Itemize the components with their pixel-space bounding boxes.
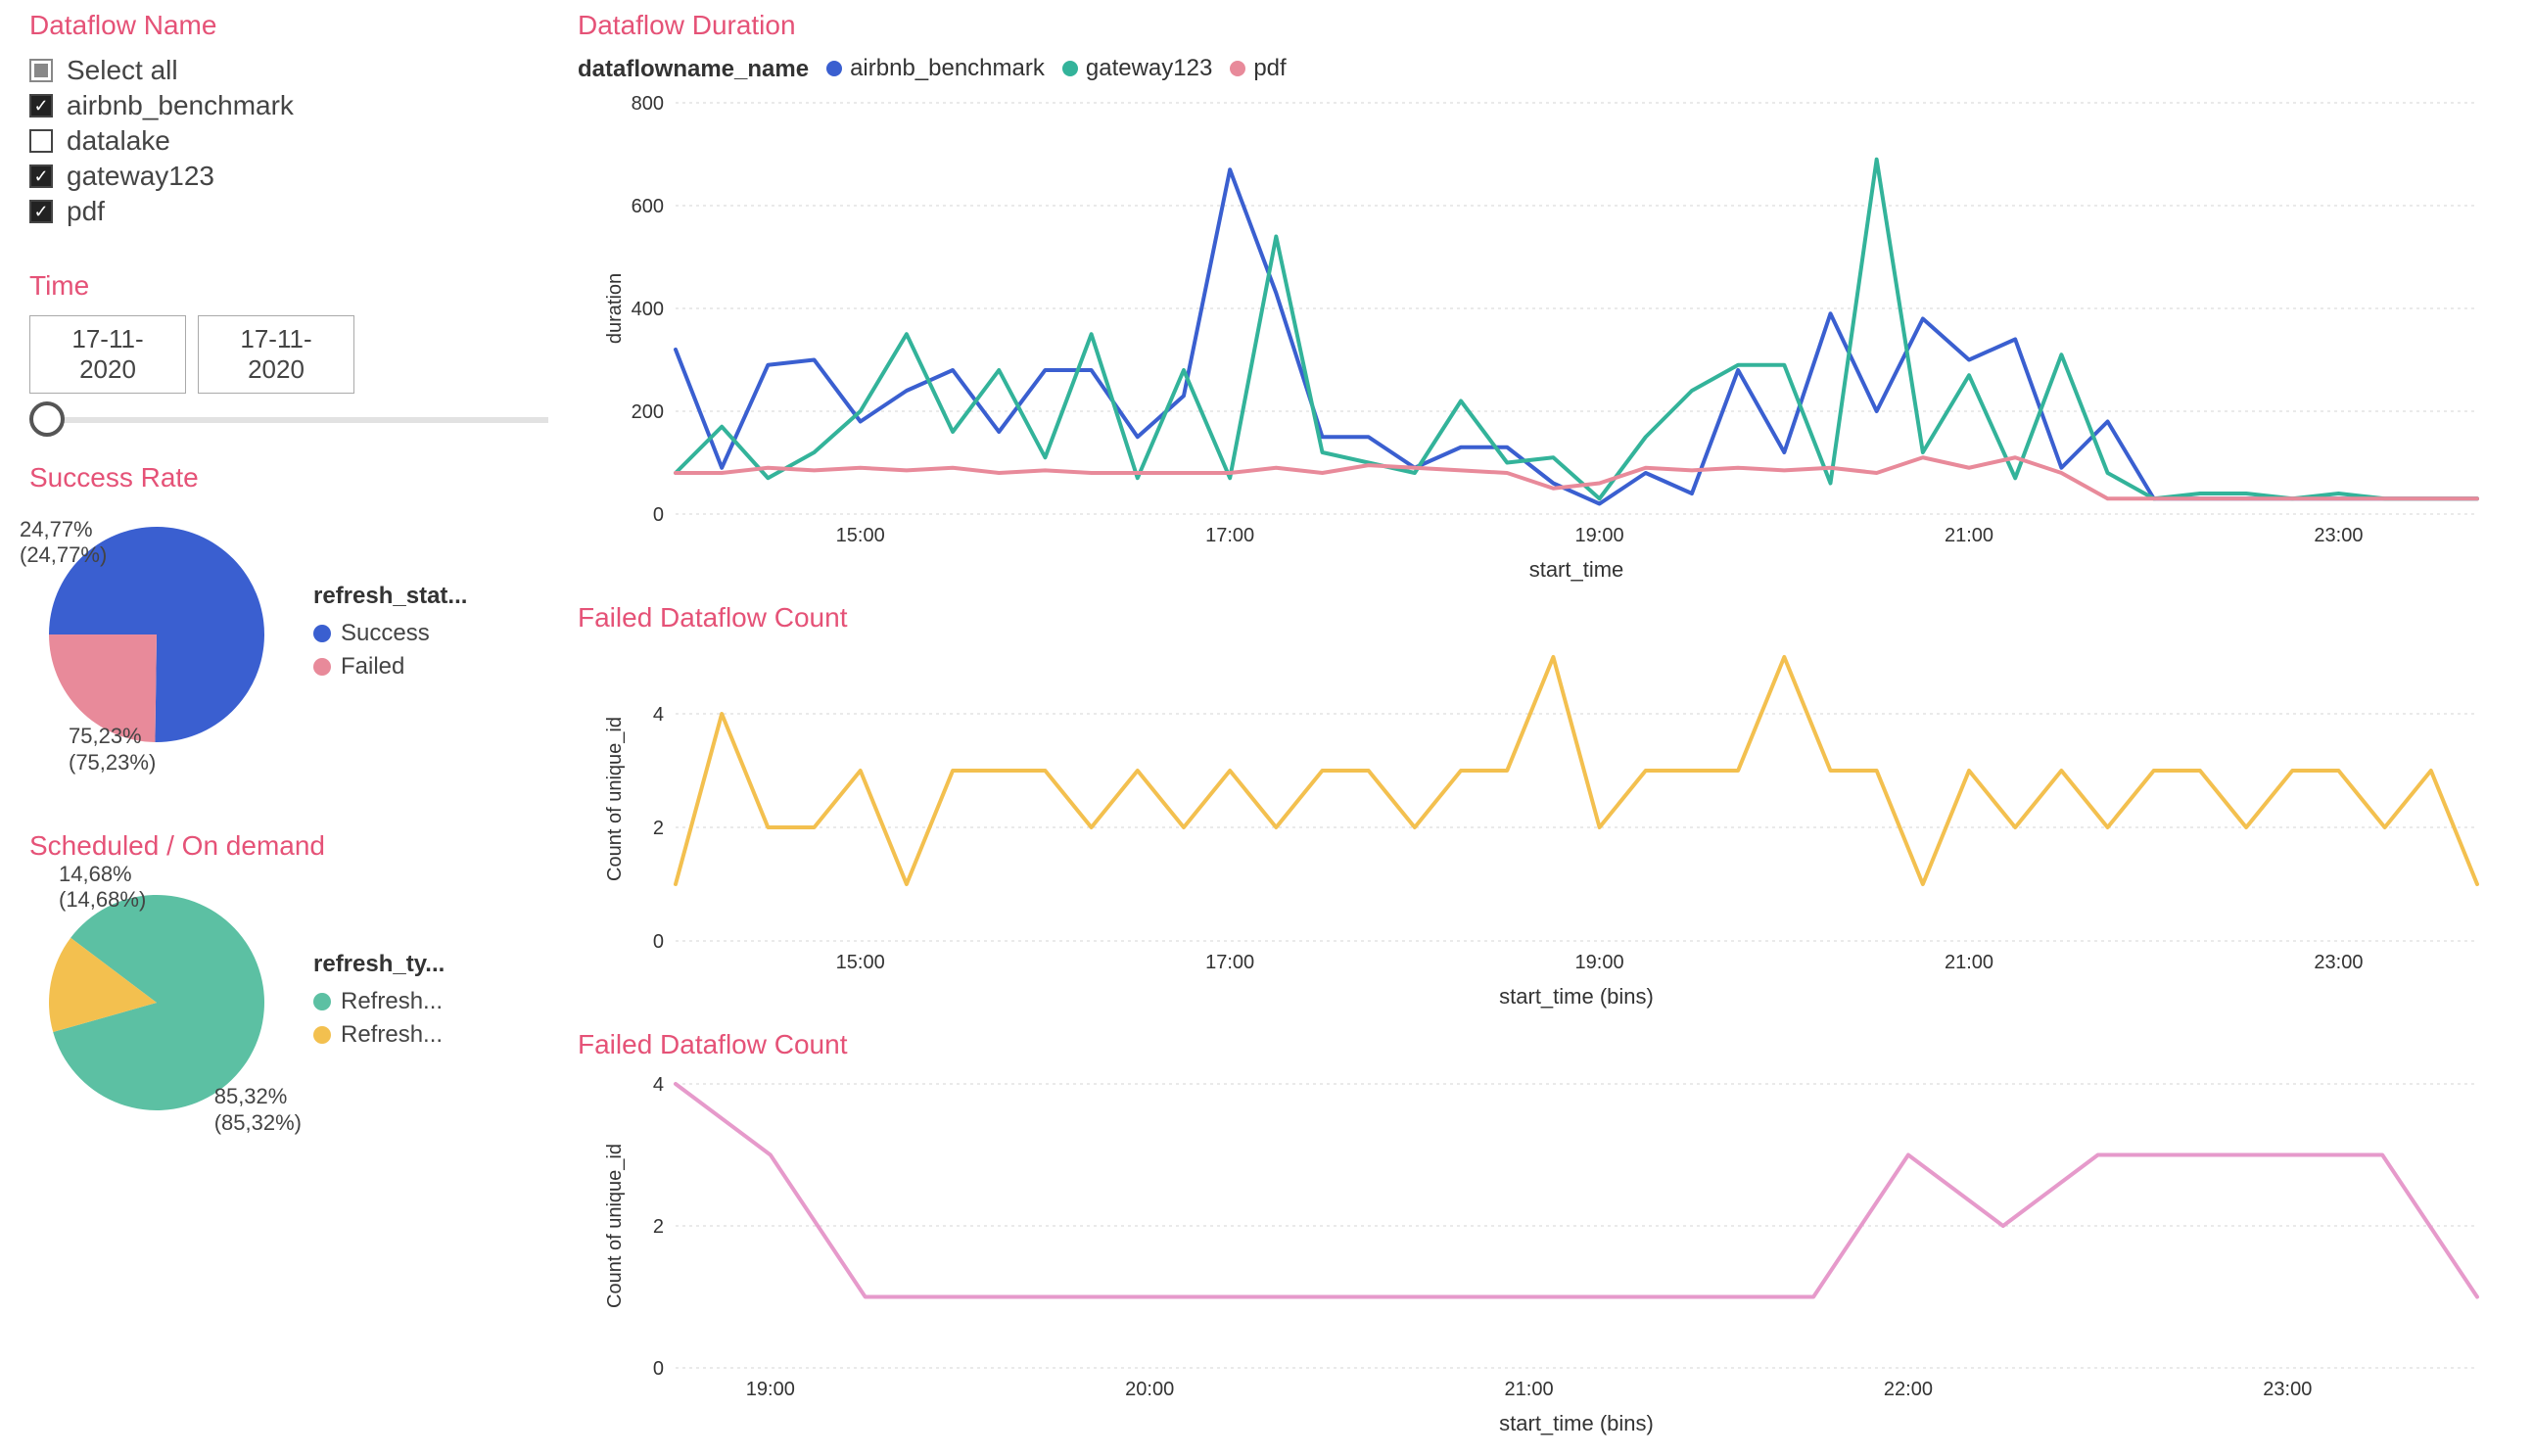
time-to-input[interactable]: 17-11-2020 <box>198 315 354 394</box>
legend-swatch-icon <box>313 1026 331 1044</box>
failed-chart-2-panel: Failed Dataflow Count 0 2 4 Count of unique… <box>578 1029 2503 1436</box>
legend-swatch-icon <box>1062 61 1078 76</box>
legend-item: airbnb_benchmark <box>826 55 1045 82</box>
scheduled-block: Scheduled / On demand 14,68% (14,68%) 85… <box>29 830 558 1159</box>
svg-text:21:00: 21:00 <box>1505 1379 1554 1400</box>
svg-text:19:00: 19:00 <box>746 1379 795 1400</box>
legend-swatch-icon <box>313 625 331 642</box>
legend-item: gateway123 <box>1062 55 1212 82</box>
svg-text:0: 0 <box>653 1358 664 1380</box>
checkbox-label: Select all <box>67 55 178 86</box>
svg-text:21:00: 21:00 <box>1945 525 1993 546</box>
duration-title: Dataflow Duration <box>578 10 2503 41</box>
svg-text:23:00: 23:00 <box>2314 525 2363 546</box>
time-title: Time <box>29 270 558 302</box>
svg-text:4: 4 <box>653 1074 664 1096</box>
svg-text:17:00: 17:00 <box>1205 525 1254 546</box>
pie-label-scheduled: 85,32% (85,32%) <box>214 1084 302 1136</box>
duration-chart: 0 200 400 600 800 duration 15:00 17:00 19:00 21:0… <box>578 93 2497 583</box>
checkbox-icon: ✓ <box>29 94 53 117</box>
failed2-title: Failed Dataflow Count <box>578 1029 2503 1060</box>
svg-text:2: 2 <box>653 818 664 839</box>
svg-text:19:00: 19:00 <box>1575 525 1624 546</box>
time-from-input[interactable]: 17-11-2020 <box>29 315 186 394</box>
svg-text:22:00: 22:00 <box>1884 1379 1933 1400</box>
svg-text:21:00: 21:00 <box>1945 952 1993 973</box>
svg-text:start_time (bins): start_time (bins) <box>1499 984 1654 1009</box>
legend-swatch-icon <box>313 658 331 676</box>
failed-chart-2: 0 2 4 Count of unique_id 19:00 20:00 21:00 22:0… <box>578 1074 2497 1436</box>
svg-text:Count of unique_id: Count of unique_id <box>604 717 626 881</box>
svg-text:23:00: 23:00 <box>2263 1379 2312 1400</box>
legend-item: Refresh... <box>313 988 445 1015</box>
svg-text:20:00: 20:00 <box>1125 1379 1174 1400</box>
dataflow-name-filter: Dataflow Name Select all ✓ airbnb_benchmar… <box>29 10 558 231</box>
scheduled-legend: refresh_ty... Refresh...Refresh... <box>313 951 445 1055</box>
svg-text:2: 2 <box>653 1216 664 1238</box>
svg-text:600: 600 <box>632 196 664 217</box>
legend-item: Success <box>313 620 467 647</box>
checkbox-icon: ✓ <box>29 164 53 188</box>
success-rate-title: Success Rate <box>29 462 558 493</box>
svg-text:200: 200 <box>632 401 664 423</box>
legend-item: Refresh... <box>313 1021 445 1049</box>
svg-text:400: 400 <box>632 299 664 320</box>
pie-label-ondemand: 14,68% (14,68%) <box>59 862 146 914</box>
duration-legend: dataflowname_name airbnb_benchmarkgatewa… <box>578 55 2503 83</box>
time-slider-handle[interactable] <box>29 401 65 437</box>
svg-text:start_time (bins): start_time (bins) <box>1499 1411 1654 1435</box>
checkbox-label: airbnb_benchmark <box>67 90 294 121</box>
duration-chart-panel: Dataflow Duration dataflowname_name airb… <box>578 10 2503 583</box>
filter-check-Select-all[interactable]: Select all <box>29 55 558 86</box>
svg-text:4: 4 <box>653 704 664 726</box>
svg-text:Count of unique_id: Count of unique_id <box>604 1144 626 1308</box>
checkbox-icon <box>29 59 53 82</box>
pie-label-failed: 24,77% (24,77%) <box>20 517 107 569</box>
svg-text:19:00: 19:00 <box>1575 952 1624 973</box>
checkbox-icon: ✓ <box>29 200 53 223</box>
svg-text:15:00: 15:00 <box>836 952 885 973</box>
svg-text:15:00: 15:00 <box>836 525 885 546</box>
failed-chart-1: 0 2 4 Count of unique_id 15:00 17:00 19:00 21:0… <box>578 647 2497 1010</box>
svg-text:duration: duration <box>604 273 626 344</box>
scheduled-title: Scheduled / On demand <box>29 830 558 862</box>
legend-item: Failed <box>313 653 467 681</box>
filter-title: Dataflow Name <box>29 10 558 41</box>
filter-check-airbnb_benchmark[interactable]: ✓ airbnb_benchmark <box>29 90 558 121</box>
pie-label-success: 75,23% (75,23%) <box>69 724 156 775</box>
svg-text:0: 0 <box>653 931 664 953</box>
svg-text:0: 0 <box>653 504 664 526</box>
success-rate-block: Success Rate 24,77% (24,77%) 75,23% (75,… <box>29 462 558 791</box>
checkbox-icon <box>29 129 53 153</box>
failed1-title: Failed Dataflow Count <box>578 602 2503 634</box>
svg-text:800: 800 <box>632 93 664 115</box>
legend-swatch-icon <box>313 993 331 1010</box>
svg-text:23:00: 23:00 <box>2314 952 2363 973</box>
checkbox-label: pdf <box>67 196 105 227</box>
success-rate-legend: refresh_stat... SuccessFailed <box>313 583 467 686</box>
filter-check-pdf[interactable]: ✓ pdf <box>29 196 558 227</box>
legend-item: pdf <box>1230 55 1286 82</box>
failed-chart-1-panel: Failed Dataflow Count 0 2 4 Count of unique… <box>578 602 2503 1010</box>
filter-check-gateway123[interactable]: ✓ gateway123 <box>29 161 558 192</box>
svg-text:start_time: start_time <box>1529 557 1624 582</box>
svg-text:17:00: 17:00 <box>1205 952 1254 973</box>
time-slider-track[interactable] <box>39 417 548 423</box>
legend-swatch-icon <box>1230 61 1245 76</box>
time-filter: Time 17-11-2020 17-11-2020 <box>29 270 558 423</box>
filter-check-datalake[interactable]: datalake <box>29 125 558 157</box>
checkbox-label: datalake <box>67 125 170 157</box>
legend-swatch-icon <box>826 61 842 76</box>
checkbox-label: gateway123 <box>67 161 214 192</box>
